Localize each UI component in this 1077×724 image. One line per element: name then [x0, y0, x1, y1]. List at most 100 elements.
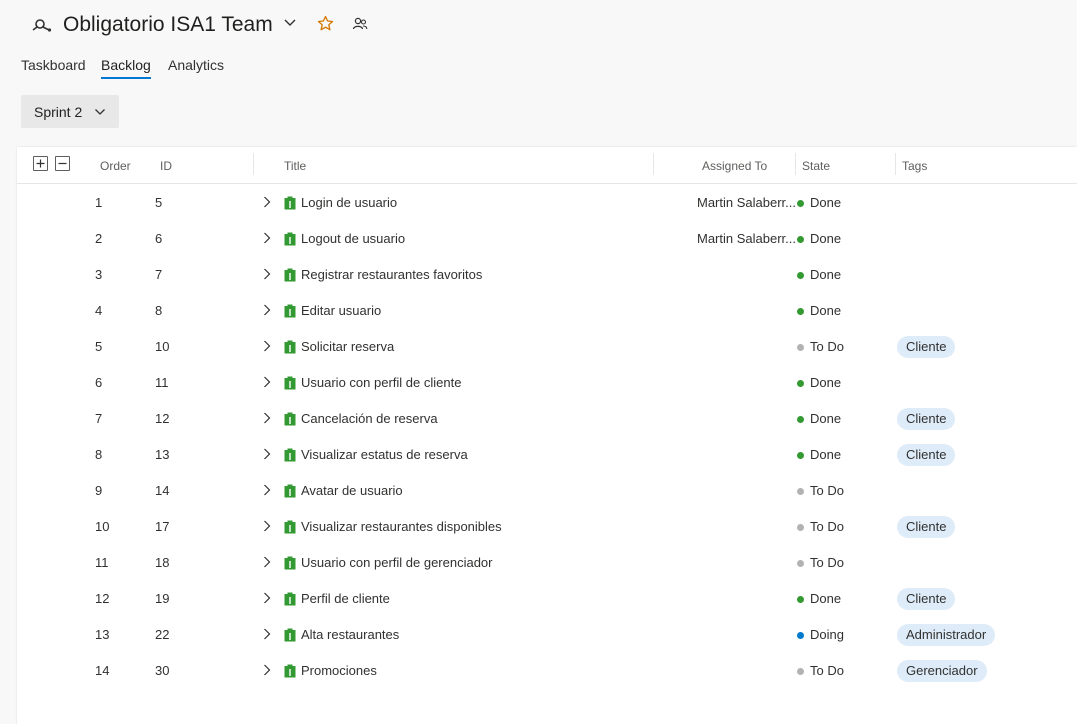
row-order: 7	[95, 411, 103, 426]
row-title[interactable]: Perfil de cliente	[301, 591, 390, 606]
state-indicator-dot	[797, 524, 804, 531]
backlog-row[interactable]: 3 7 Registrar restaurantes favoritos Done	[17, 256, 1077, 292]
row-id[interactable]: 13	[155, 447, 169, 462]
column-header-title[interactable]: Title	[284, 159, 306, 173]
row-id[interactable]: 10	[155, 339, 169, 354]
row-id[interactable]: 12	[155, 411, 169, 426]
chevron-right-icon[interactable]	[262, 592, 272, 604]
backlog-row[interactable]: 6 11 Usuario con perfil de cliente Done	[17, 364, 1077, 400]
row-title[interactable]: Login de usuario	[301, 195, 397, 210]
user-story-icon	[284, 592, 296, 606]
backlog-row[interactable]: 13 22 Alta restaurantes Doing Administrador	[17, 616, 1077, 652]
row-id[interactable]: 7	[155, 267, 162, 282]
row-assigned-to: Martin Salaberr...	[697, 195, 796, 210]
chevron-right-icon[interactable]	[262, 484, 272, 496]
row-id[interactable]: 22	[155, 627, 169, 642]
backlog-row[interactable]: 14 30 Promociones To Do Gerenciador	[17, 652, 1077, 688]
tab-backlog[interactable]: Backlog	[101, 57, 151, 79]
backlog-row[interactable]: 7 12 Cancelación de reserva Done Cliente	[17, 400, 1077, 436]
row-id[interactable]: 19	[155, 591, 169, 606]
tab-taskboard[interactable]: Taskboard	[21, 57, 86, 73]
chevron-right-icon[interactable]	[262, 556, 272, 568]
column-divider[interactable]	[653, 153, 654, 175]
row-id[interactable]: 18	[155, 555, 169, 570]
chevron-right-icon[interactable]	[262, 520, 272, 532]
tag-badge[interactable]: Gerenciador	[897, 660, 987, 682]
collapse-all-button[interactable]	[55, 156, 70, 171]
backlog-row[interactable]: 12 19 Perfil de cliente Done Cliente	[17, 580, 1077, 616]
row-order: 4	[95, 303, 103, 318]
column-header-tags[interactable]: Tags	[902, 159, 927, 173]
row-id[interactable]: 11	[155, 375, 169, 390]
page-header: Obligatorio ISA1 Team	[0, 0, 1077, 48]
chevron-right-icon[interactable]	[262, 232, 272, 244]
row-title[interactable]: Visualizar restaurantes disponibles	[301, 519, 502, 534]
state-indicator-dot	[797, 344, 804, 351]
chevron-right-icon[interactable]	[262, 304, 272, 316]
row-state: To Do	[810, 339, 844, 354]
row-order: 2	[95, 231, 103, 246]
row-id[interactable]: 5	[155, 195, 162, 210]
backlog-row[interactable]: 11 18 Usuario con perfil de gerenciador To …	[17, 544, 1077, 580]
row-title[interactable]: Logout de usuario	[301, 231, 405, 246]
chevron-right-icon[interactable]	[262, 196, 272, 208]
row-order: 6	[95, 375, 103, 390]
backlog-row[interactable]: 4 8 Editar usuario Done	[17, 292, 1077, 328]
row-state: Done	[810, 447, 842, 462]
backlog-grid: Order ID Title Assigned To State Tags 1 5…	[17, 147, 1077, 724]
backlog-row[interactable]: 5 10 Solicitar reserva To Do Cliente	[17, 328, 1077, 364]
row-title[interactable]: Solicitar reserva	[301, 339, 394, 354]
row-id[interactable]: 14	[155, 483, 169, 498]
column-header-state[interactable]: State	[802, 159, 830, 173]
chevron-right-icon[interactable]	[262, 628, 272, 640]
chevron-right-icon[interactable]	[262, 412, 272, 424]
backlog-row[interactable]: 9 14 Avatar de usuario To Do	[17, 472, 1077, 508]
chevron-right-icon[interactable]	[262, 448, 272, 460]
tag-badge[interactable]: Cliente	[897, 588, 956, 610]
row-title[interactable]: Usuario con perfil de gerenciador	[301, 555, 493, 570]
expand-all-button[interactable]	[33, 156, 48, 171]
tag-badge[interactable]: Cliente	[897, 408, 956, 430]
column-divider[interactable]	[895, 153, 896, 175]
tag-badge[interactable]: Administrador	[897, 624, 996, 646]
row-title[interactable]: Avatar de usuario	[301, 483, 403, 498]
row-title[interactable]: Registrar restaurantes favoritos	[301, 267, 482, 282]
team-title[interactable]: Obligatorio ISA1 Team	[63, 13, 273, 37]
chevron-right-icon[interactable]	[262, 376, 272, 388]
column-divider[interactable]	[253, 153, 254, 175]
tab-analytics[interactable]: Analytics	[168, 57, 224, 73]
tag-badge[interactable]: Cliente	[897, 444, 956, 466]
people-icon[interactable]	[352, 16, 368, 32]
backlog-row[interactable]: 8 13 Visualizar estatus de reserva Done Clie…	[17, 436, 1077, 472]
chevron-right-icon[interactable]	[262, 340, 272, 352]
backlog-row[interactable]: 1 5 Login de usuario Martin Salaberr... Done	[17, 184, 1077, 220]
row-title[interactable]: Visualizar estatus de reserva	[301, 447, 468, 462]
row-order: 5	[95, 339, 103, 354]
star-icon[interactable]	[317, 15, 334, 32]
row-order: 13	[95, 627, 110, 642]
row-title[interactable]: Promociones	[301, 663, 377, 678]
user-story-icon	[284, 304, 296, 318]
sprint-selector-button[interactable]: Sprint 2	[21, 95, 119, 128]
column-header-order[interactable]: Order	[100, 159, 131, 173]
column-header-id[interactable]: ID	[160, 159, 172, 173]
row-title[interactable]: Alta restaurantes	[301, 627, 399, 642]
row-order: 1	[95, 195, 103, 210]
row-title[interactable]: Usuario con perfil de cliente	[301, 375, 461, 390]
column-divider[interactable]	[795, 153, 796, 175]
row-id[interactable]: 30	[155, 663, 169, 678]
row-title[interactable]: Editar usuario	[301, 303, 381, 318]
backlog-row[interactable]: 2 6 Logout de usuario Martin Salaberr... Don…	[17, 220, 1077, 256]
tag-badge[interactable]: Cliente	[897, 516, 956, 538]
row-title[interactable]: Cancelación de reserva	[301, 411, 438, 426]
chevron-down-icon[interactable]	[283, 16, 297, 30]
chevron-right-icon[interactable]	[262, 664, 272, 676]
tag-badge[interactable]: Cliente	[897, 336, 956, 358]
row-id[interactable]: 6	[155, 231, 162, 246]
column-header-assigned-to[interactable]: Assigned To	[702, 159, 767, 173]
backlog-row[interactable]: 10 17 Visualizar restaurantes disponibles T…	[17, 508, 1077, 544]
grid-header: Order ID Title Assigned To State Tags	[17, 147, 1077, 184]
row-id[interactable]: 8	[155, 303, 162, 318]
chevron-right-icon[interactable]	[262, 268, 272, 280]
row-id[interactable]: 17	[155, 519, 169, 534]
